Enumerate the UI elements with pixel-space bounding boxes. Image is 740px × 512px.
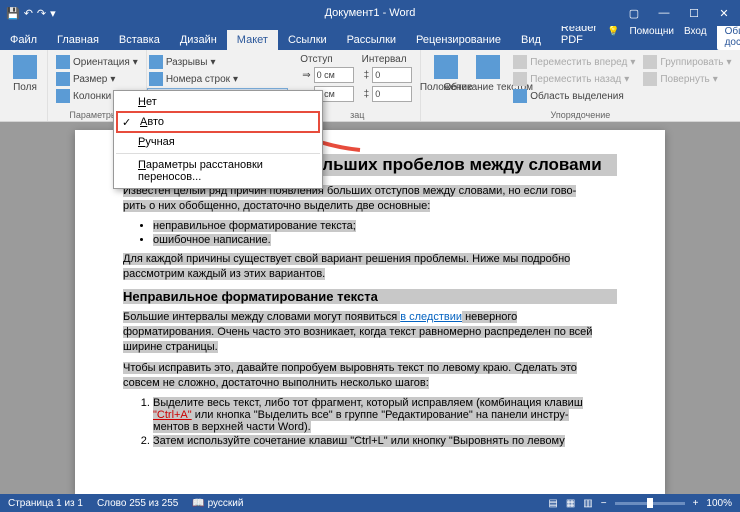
group-button: Группировать ▾ <box>641 54 733 70</box>
rotate-icon <box>643 72 657 86</box>
spacing-label: Интервал <box>362 54 415 65</box>
send-backward-button: Переместить назад ▾ <box>511 71 637 87</box>
spacing-before-spinner[interactable]: ‡ 0 <box>362 66 415 84</box>
size-icon <box>56 72 70 86</box>
orientation-button[interactable]: Ориентация ▾ <box>54 54 140 70</box>
tab-view[interactable]: Вид <box>511 30 551 50</box>
forward-icon <box>513 55 527 69</box>
wrap-button[interactable]: Обтекание текстом <box>469 54 507 104</box>
view-read-icon[interactable]: ▤ <box>548 498 557 509</box>
indent-left-spinner[interactable]: ⇒ 0 см <box>300 66 355 84</box>
undo-icon[interactable]: ↶ <box>24 7 33 20</box>
selection-pane-icon <box>513 89 527 103</box>
hyphen-none-item[interactable]: Нет <box>116 93 320 111</box>
breaks-button[interactable]: Разрывы ▾ <box>147 54 288 70</box>
tellme-label[interactable]: Помощни <box>629 26 674 37</box>
line-numbers-icon <box>149 72 163 86</box>
size-button[interactable]: Размер ▾ <box>54 71 140 87</box>
rotate-button: Повернуть ▾ <box>641 71 733 87</box>
tab-file[interactable]: Файл <box>0 30 47 50</box>
indent-label: Отступ <box>300 54 355 65</box>
doc-link[interactable]: в следствии <box>400 311 462 323</box>
close-icon[interactable]: ✕ <box>710 2 738 24</box>
tab-layout[interactable]: Макет <box>227 30 278 50</box>
zoom-slider[interactable] <box>615 502 685 505</box>
backward-icon <box>513 72 527 86</box>
save-icon[interactable]: 💾 <box>6 7 20 20</box>
ribbon-toggle-icon[interactable]: ▢ <box>620 2 648 24</box>
hyphen-manual-item[interactable]: Ручная <box>116 133 320 151</box>
minimize-icon[interactable]: — <box>650 2 678 24</box>
orientation-icon <box>56 55 70 69</box>
maximize-icon[interactable]: ☐ <box>680 2 708 24</box>
doc-heading-2: Неправильное форматирование текста <box>123 289 617 304</box>
status-lang[interactable]: 📖 русский <box>192 498 243 509</box>
check-icon: ✓ <box>122 116 131 129</box>
tab-design[interactable]: Дизайн <box>170 30 227 50</box>
zoom-in-icon[interactable]: + <box>693 498 699 509</box>
status-words[interactable]: Слово 255 из 255 <box>97 498 178 509</box>
breaks-icon <box>149 55 163 69</box>
view-web-icon[interactable]: ▥ <box>583 498 592 509</box>
bring-forward-button: Переместить вперед ▾ <box>511 54 637 70</box>
tab-references[interactable]: Ссылки <box>278 30 337 50</box>
hyphenation-dropdown: Нет ✓Авто Ручная Параметры расстановки п… <box>113 90 323 189</box>
hyphen-options-item[interactable]: Параметры расстановки переносов... <box>116 156 320 186</box>
zoom-out-icon[interactable]: − <box>601 498 607 509</box>
columns-icon <box>56 89 70 103</box>
tab-mailings[interactable]: Рассылки <box>337 30 406 50</box>
hyphen-auto-item[interactable]: ✓Авто <box>116 111 320 133</box>
tab-insert[interactable]: Вставка <box>109 30 170 50</box>
qat-more-icon[interactable]: ▾ <box>50 7 56 20</box>
signin-label[interactable]: Вход <box>684 26 707 37</box>
group-icon <box>643 55 657 69</box>
tab-review[interactable]: Рецензирование <box>406 30 511 50</box>
status-page[interactable]: Страница 1 из 1 <box>8 498 83 509</box>
position-button[interactable]: Положение <box>427 54 465 104</box>
redo-icon[interactable]: ↷ <box>37 7 46 20</box>
position-icon <box>434 55 458 79</box>
margins-button[interactable]: Поля <box>6 54 44 94</box>
tab-home[interactable]: Главная <box>47 30 109 50</box>
wrap-icon <box>476 55 500 79</box>
margins-icon <box>13 55 37 79</box>
tellme-icon[interactable]: 💡 <box>607 26 619 37</box>
window-title: Документ1 - Word <box>325 7 416 19</box>
view-print-icon[interactable]: ▦ <box>566 498 575 509</box>
zoom-value[interactable]: 100% <box>706 498 732 509</box>
group-label-arrange: Упорядочение <box>421 110 739 120</box>
line-numbers-button[interactable]: Номера строк ▾ <box>147 71 288 87</box>
selection-pane-button[interactable]: Область выделения <box>511 88 637 104</box>
